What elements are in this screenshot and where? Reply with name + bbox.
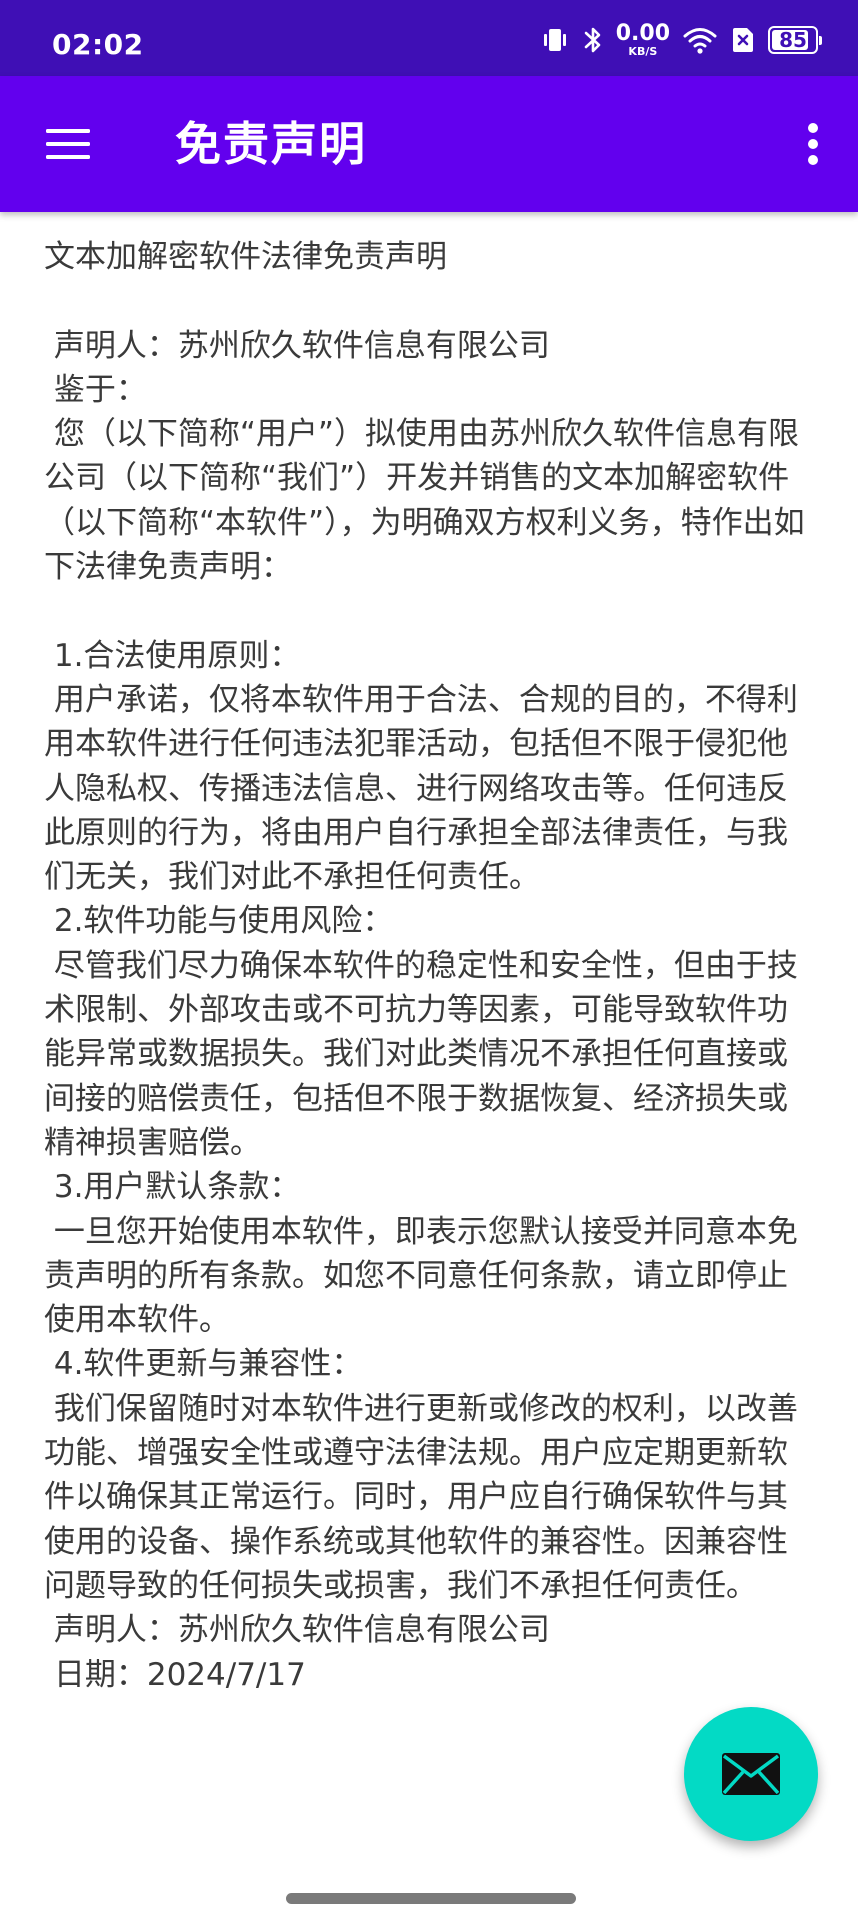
section-body: 一旦您开始使用本软件，即表示您默认接受并同意本免责声明的所有条款。如您不同意任何… (44, 1213, 798, 1339)
date: 日期：2024/7/17 (44, 1656, 306, 1693)
intro-paragraph: 您（以下简称“用户”）拟使用由苏州欣久软件信息有限公司（以下简称“我们”）开发并… (44, 416, 805, 586)
bluetooth-icon (582, 25, 604, 55)
page-title: 免责声明 (175, 117, 367, 171)
more-vert-icon (808, 123, 818, 165)
net-speed-indicator: 0.00 KB/S (615, 21, 670, 58)
section-title: 3.用户默认条款： (44, 1169, 301, 1206)
declarant: 声明人：苏州欣久软件信息有限公司 (44, 327, 550, 364)
sim-off-icon (730, 25, 756, 55)
disclaimer-heading: 文本加解密软件法律免责声明 (44, 239, 447, 275)
overflow-menu-button[interactable] (788, 114, 838, 174)
net-speed-unit: KB/S (628, 45, 658, 58)
status-bar: 02:02 0.00 KB/S 85 (0, 0, 858, 76)
section-title: 4.软件更新与兼容性： (44, 1346, 363, 1383)
email-fab-button[interactable] (684, 1707, 818, 1841)
signature: 声明人：苏州欣久软件信息有限公司 (44, 1612, 550, 1649)
blank-line: ​ (44, 279, 814, 323)
email-icon (722, 1753, 780, 1795)
home-indicator[interactable] (286, 1893, 576, 1904)
blank-line: ​ (44, 589, 814, 633)
section-body: 用户承诺，仅将本软件用于合法、合规的目的，不得利用本软件进行任何违法犯罪活动，包… (44, 681, 798, 896)
status-time: 02:02 (52, 28, 144, 61)
status-icons: 0.00 KB/S 85 (540, 21, 822, 58)
disclaimer-content: 文本加解密软件法律免责声明 ​ 声明人：苏州欣久软件信息有限公司 鉴于： 您（以… (44, 235, 814, 1697)
battery-icon: 85 (768, 26, 822, 54)
hamburger-menu-icon (46, 129, 90, 159)
section-title: 1.合法使用原则： (44, 637, 301, 674)
section-body: 尽管我们尽力确保本软件的稳定性和安全性，但由于技术限制、外部攻击或不可抗力等因素… (44, 947, 798, 1161)
app-bar: 免责声明 (0, 76, 858, 212)
vibrate-icon (540, 25, 570, 55)
hamburger-menu-button[interactable] (38, 114, 98, 174)
section-title: 2.软件功能与使用风险： (44, 903, 394, 940)
battery-level: 85 (779, 28, 807, 52)
wifi-icon (682, 25, 718, 55)
section-body: 我们保留随时对本软件进行更新或修改的权利，以改善功能、增强安全性或遵守法律法规。… (44, 1390, 798, 1604)
whereas: 鉴于： (44, 371, 147, 408)
net-speed-value: 0.00 (615, 21, 670, 46)
